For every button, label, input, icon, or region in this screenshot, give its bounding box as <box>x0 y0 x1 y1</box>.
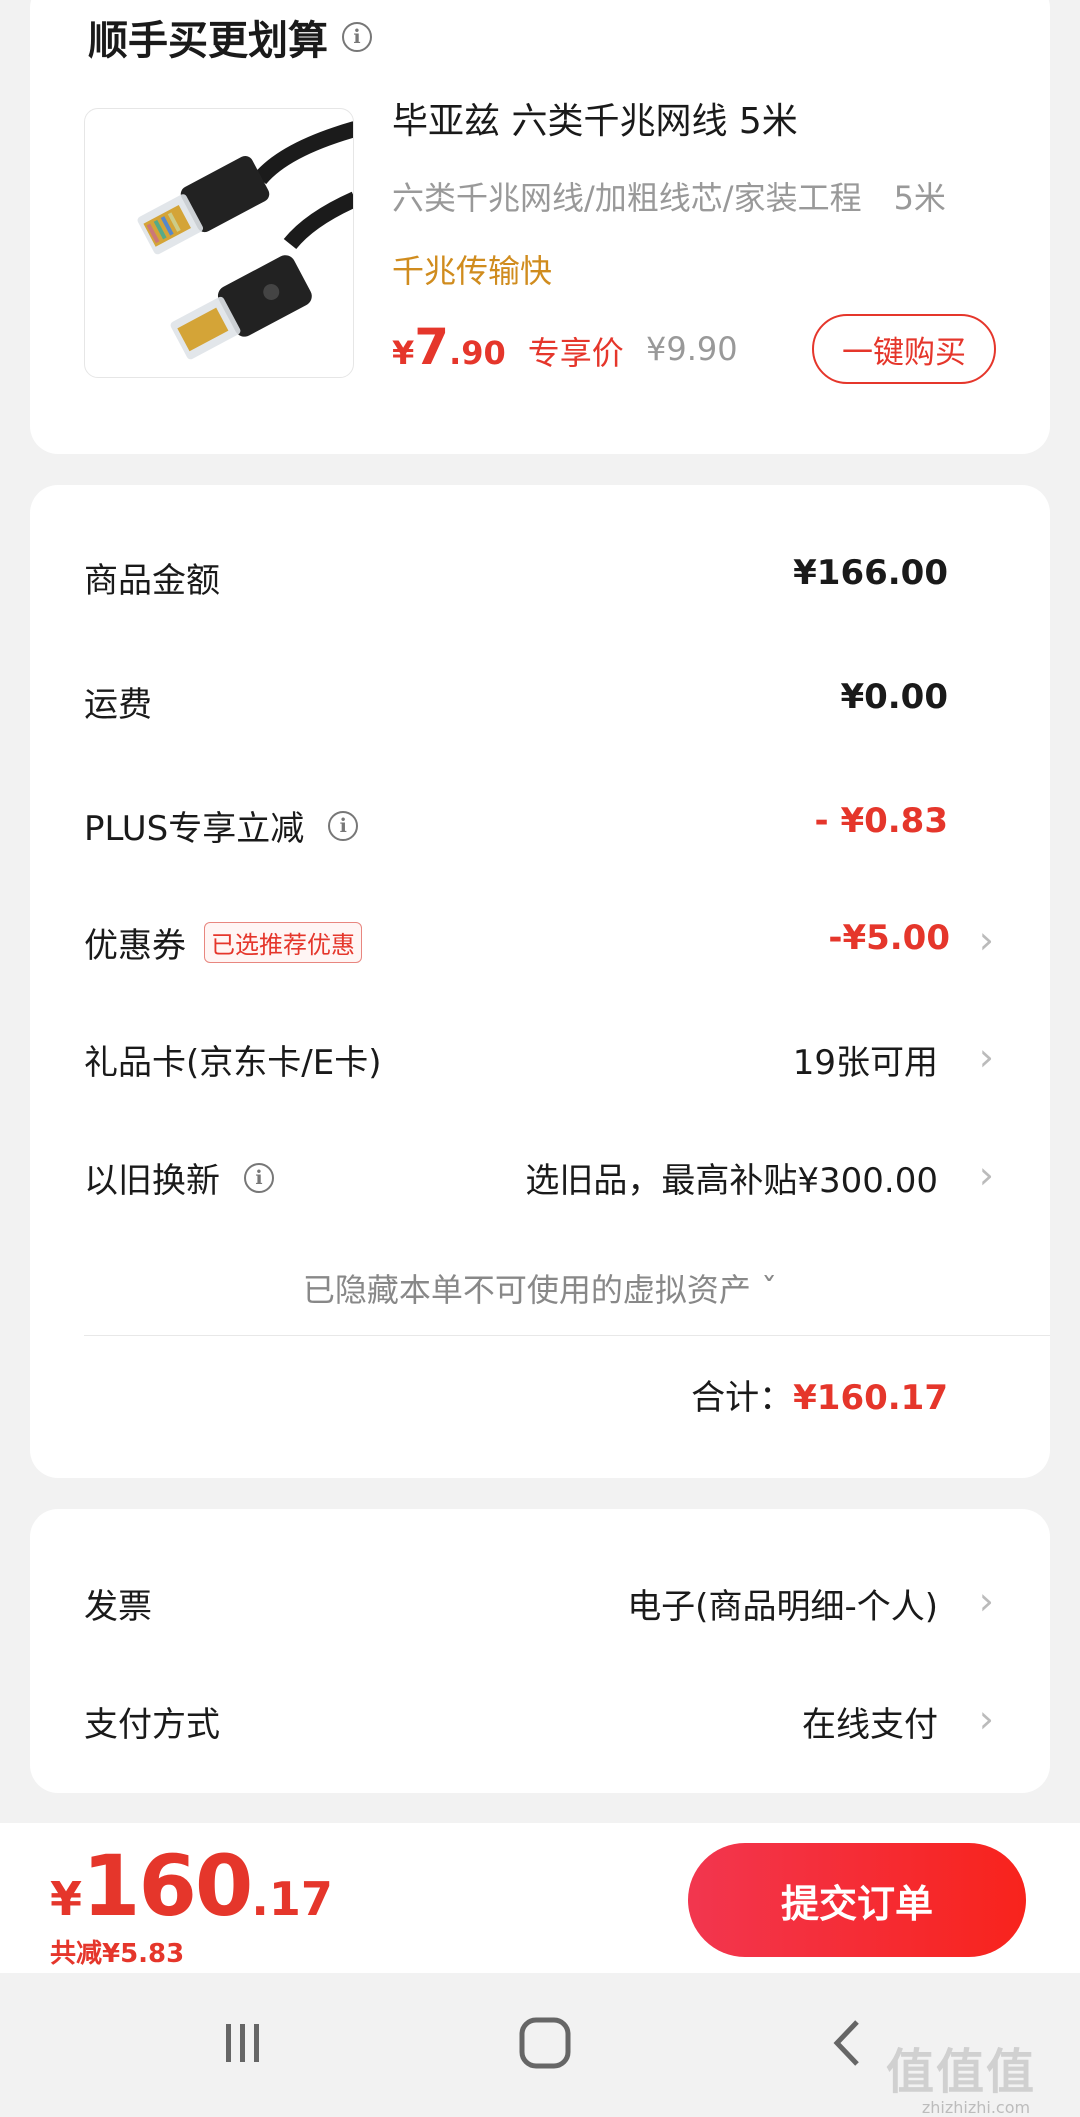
plus-discount-label-wrap: PLUS专享立减 i <box>84 801 359 850</box>
price-integer: 7 <box>414 318 450 376</box>
original-price: ¥9.90 <box>646 330 738 368</box>
shipping-label: 运费 <box>84 685 152 725</box>
shipping-row: 运费 ¥0.00 <box>30 669 1050 729</box>
upsell-card: 顺手买更划算 i 毕亚兹 六类千兆网线 5米 六类千兆网线/加粗线芯/家装工程 … <box>30 0 1050 454</box>
coupon-row[interactable]: 优惠券 已选推荐优惠 -¥5.00 › <box>30 910 1050 970</box>
invoice-payment-card: 发票 电子(商品明细-个人) › 支付方式 在线支付 › <box>30 1509 1050 1793</box>
trade-in-label-wrap: 以旧换新 i <box>84 1153 274 1202</box>
goods-amount-row: 商品金额 ¥166.00 <box>30 545 1050 605</box>
payment-method-row[interactable]: 支付方式 在线支付 › <box>30 1689 1050 1749</box>
grand-total: ¥ 160 .17 <box>50 1837 333 1935</box>
trade-in-row[interactable]: 以旧换新 i 选旧品，最高补贴¥300.00 › <box>30 1145 1050 1205</box>
invoice-value: 电子(商品明细-个人) <box>627 1587 938 1627</box>
checkout-bar: ¥ 160 .17 共减¥5.83 提交订单 <box>0 1823 1080 1973</box>
gift-card-label: 礼品卡(京东卡/E卡) <box>84 1043 382 1083</box>
product-thumbnail[interactable] <box>84 108 354 378</box>
coupon-badge: 已选推荐优惠 <box>204 922 362 963</box>
trade-in-value: 选旧品，最高补贴¥300.00 <box>525 1161 938 1201</box>
watermark-text: 值值值 <box>886 2044 1037 2100</box>
payment-method-label: 支付方式 <box>84 1705 220 1745</box>
coupon-label: 优惠券 <box>84 926 186 966</box>
info-icon[interactable]: i <box>328 810 359 841</box>
info-icon[interactable]: i <box>342 22 372 52</box>
price-currency: ¥ <box>392 334 415 372</box>
product-spec: 六类千兆网线/加粗线芯/家装工程 5米 <box>392 179 946 217</box>
plus-discount-label: PLUS专享立减 <box>84 809 305 849</box>
invoice-label: 发票 <box>84 1587 152 1627</box>
total-saved: 共减¥5.83 <box>50 1939 185 1969</box>
price-decimal: .90 <box>449 334 506 372</box>
recent-apps-icon[interactable] <box>203 2013 283 2073</box>
gift-card-row[interactable]: 礼品卡(京东卡/E卡) 19张可用 › <box>30 1027 1050 1087</box>
grand-total-integer: 160 <box>82 1837 253 1935</box>
divider <box>84 1335 1050 1336</box>
grand-total-decimal: .17 <box>251 1872 333 1926</box>
home-icon[interactable] <box>505 2013 585 2073</box>
hidden-assets-toggle[interactable]: 已隐藏本单不可使用的虚拟资产 ˇ <box>30 1265 1050 1311</box>
submit-order-button[interactable]: 提交订单 <box>688 1843 1026 1957</box>
chevron-right-icon: › <box>978 918 994 962</box>
plus-discount-value: - ¥0.83 <box>814 801 949 841</box>
product-tag: 千兆传输快 <box>392 252 553 290</box>
one-click-buy-button[interactable]: 一键购买 <box>812 314 996 384</box>
coupon-label-wrap: 优惠券 已选推荐优惠 <box>84 918 362 967</box>
chevron-right-icon: › <box>978 1153 994 1197</box>
order-summary-card: 商品金额 ¥166.00 运费 ¥0.00 PLUS专享立减 i - ¥0.83… <box>30 485 1050 1478</box>
subtotal: 合计： ¥160.17 <box>691 1370 948 1419</box>
product-price: ¥ 7 .90 专享价 <box>392 318 624 376</box>
ethernet-cable-image <box>137 121 353 360</box>
goods-amount-label: 商品金额 <box>84 561 220 601</box>
back-icon[interactable] <box>808 2013 888 2073</box>
plus-discount-row: PLUS专享立减 i - ¥0.83 <box>30 793 1050 853</box>
payment-method-value: 在线支付 <box>802 1705 938 1745</box>
invoice-row[interactable]: 发票 电子(商品明细-个人) › <box>30 1571 1050 1631</box>
subtotal-label: 合计： <box>691 1378 794 1418</box>
chevron-right-icon: › <box>978 1579 994 1623</box>
trade-in-label: 以旧换新 <box>84 1161 220 1201</box>
chevron-right-icon: › <box>978 1697 994 1741</box>
goods-amount-value: ¥166.00 <box>793 553 948 593</box>
price-label: 专享价 <box>527 334 624 372</box>
watermark: 值值值 zhizhizhi.com <box>886 2032 1066 2117</box>
grand-total-currency: ¥ <box>50 1872 83 1926</box>
product-name[interactable]: 毕亚兹 六类千兆网线 5米 <box>392 92 798 144</box>
upsell-title: 顺手买更划算 i <box>88 8 372 66</box>
shipping-value: ¥0.00 <box>840 677 948 717</box>
chevron-right-icon: › <box>978 1035 994 1079</box>
subtotal-value: ¥160.17 <box>793 1378 948 1418</box>
coupon-value: -¥5.00 <box>828 918 950 958</box>
upsell-title-text: 顺手买更划算 <box>88 18 328 64</box>
gift-card-value: 19张可用 <box>792 1043 938 1083</box>
info-icon[interactable]: i <box>244 1162 274 1193</box>
